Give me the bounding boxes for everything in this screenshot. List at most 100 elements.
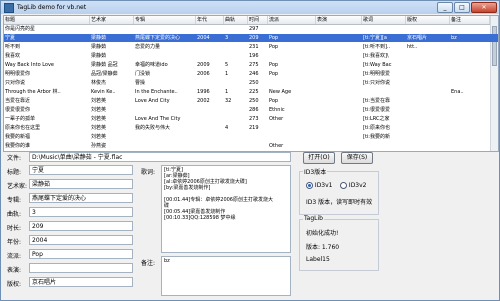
table-row[interactable]: 一辈子的孤单 刘若英 Love And The City 273 Other [ti:LR… <box>4 115 498 123</box>
table-row[interactable]: Way Back Into Love 梁静茹 品冠 幸福的味道ido 2009 5 275… <box>4 61 498 69</box>
table-cell <box>196 79 224 87</box>
table-cell <box>450 133 490 141</box>
tag-list-grid[interactable]: 标题 艺术家 专辑 年代 曲轨 时间 流派 表演 歌词 版权 备注 你是闪亮的星 297 宁夏 梁静茹 燕尾… <box>3 15 499 152</box>
table-cell <box>450 52 490 60</box>
table-cell <box>450 70 490 78</box>
table-cell <box>406 61 450 69</box>
table-cell: 我喜欢 <box>5 53 21 59</box>
column-header[interactable]: 艺术家 <box>90 16 134 24</box>
table-cell: 2004 <box>197 35 210 41</box>
table-row[interactable]: 明明很爱你 品冠/梁静茹 门没锁 2006 1 246 Pop [ti:明明很爱 <box>4 70 498 78</box>
table-row[interactable]: 很爱很爱你 刘若英 286 Ethnic [ti:很爱很爱 <box>4 106 498 114</box>
column-header[interactable]: 备注 <box>450 16 490 24</box>
radio-unselected-icon[interactable] <box>340 182 347 189</box>
close-button[interactable]: ✕ <box>471 2 497 13</box>
table-cell: 32 <box>225 98 232 104</box>
field-input[interactable]: 宁夏 <box>29 165 133 175</box>
field-input[interactable]: 燕尾蝶下定爱的决心 <box>29 193 133 203</box>
table-row[interactable]: 当爱在靠近 刘若英 Love And City 2002 32 250 Pop [ti:当爱在… <box>4 97 498 105</box>
table-cell <box>316 133 362 141</box>
lyrics-textarea[interactable]: [ti:宁夏] [ar:梁静茹] [al:卓依婷2006原创主打歌发烧大碟] [… <box>161 165 291 253</box>
table-cell: 你是闪亮的星 <box>5 26 36 32</box>
field-input[interactable]: 京石唱片 <box>29 277 133 287</box>
maximize-button[interactable]: □ <box>454 2 470 13</box>
table-cell <box>316 34 362 42</box>
table-cell <box>196 25 224 33</box>
table-cell: [ti:只对你说 <box>363 80 390 86</box>
column-header[interactable]: 时间 <box>248 16 268 24</box>
column-header[interactable]: 版权 <box>406 16 450 24</box>
table-cell <box>406 25 450 33</box>
table-cell <box>224 25 248 33</box>
column-header[interactable]: 表演 <box>316 16 362 24</box>
table-row[interactable]: 我要的新福 刘若英 [ti:我要的新 <box>4 133 498 141</box>
table-cell: [ti:Way Bac <box>363 62 392 68</box>
column-header[interactable]: 专辑 <box>134 16 196 24</box>
file-path-input[interactable]: D:\Music\单曲\梁静茹 - 宁夏.flac <box>29 152 291 162</box>
table-row-selected[interactable]: 宁夏 梁静茹 燕尾蝶下定爱的决心 2004 3 209 Pop [ti:宁夏][a 京石唱片 bz <box>4 34 498 42</box>
taglib-group-title: TagLib <box>303 215 324 222</box>
table-cell: [ti:我要的新 <box>363 134 390 140</box>
field-input[interactable] <box>29 263 133 273</box>
id3v2-radio[interactable]: ID3v2 <box>340 182 367 189</box>
table-row[interactable]: 我喜欢 梁静茹 196 [ti:我喜欢]\ <box>4 52 498 60</box>
table-cell: 286 <box>249 107 259 113</box>
field-label: 曲轨: <box>7 211 22 218</box>
table-cell: [ti:很爱很爱 <box>363 107 390 113</box>
table-row[interactable]: 听不到 梁静茹 恋爱的力量 231 Pop [ti:听不到].. htt.. <box>4 43 498 51</box>
table-cell: 我要你的谁 <box>5 143 31 149</box>
table-cell: In the Enchante.. <box>135 89 178 95</box>
table-cell <box>450 25 490 33</box>
table-cell <box>268 124 316 132</box>
table-cell <box>362 25 406 33</box>
field-label: 表演: <box>7 267 22 274</box>
table-cell: 梁静茹 <box>91 35 107 41</box>
comment-textarea[interactable]: bz <box>161 256 291 296</box>
grid-header-row: 标题 艺术家 专辑 年代 曲轨 时间 流派 表演 歌词 版权 备注 <box>4 16 498 25</box>
open-button[interactable]: 打开(O) <box>303 152 335 164</box>
table-row[interactable]: 你是闪亮的星 297 <box>4 25 498 33</box>
table-cell: 5 <box>225 62 229 68</box>
table-cell: 很爱很爱你 <box>5 107 31 113</box>
save-button[interactable]: 保存(S) <box>341 152 373 164</box>
column-header[interactable]: 歌词 <box>362 16 406 24</box>
field-input[interactable]: 209 <box>29 221 133 231</box>
field-input[interactable]: 3 <box>29 207 133 217</box>
table-cell <box>316 61 362 69</box>
table-cell: 297 <box>249 26 259 32</box>
table-row[interactable]: 只对你说 林俊杰 曹操 250 [ti:只对你说 <box>4 79 498 87</box>
column-header[interactable]: 曲轨 <box>224 16 248 24</box>
table-cell: Pop <box>269 98 279 104</box>
field-input[interactable]: 2004 <box>29 235 133 245</box>
table-cell: 219 <box>249 125 259 131</box>
radio-selected-icon[interactable] <box>306 182 313 189</box>
table-cell: 250 <box>249 80 259 86</box>
table-cell <box>406 97 450 105</box>
table-cell: Other <box>269 116 284 122</box>
table-cell <box>134 142 196 150</box>
table-cell <box>268 25 316 33</box>
column-header[interactable]: 标题 <box>4 16 90 24</box>
table-row[interactable]: 我要你的谁 孙燕姿 Other <box>4 142 498 150</box>
taglib-status: 初始化成功! <box>306 230 339 237</box>
table-cell <box>248 142 268 150</box>
table-cell <box>268 52 316 60</box>
table-cell <box>316 115 362 123</box>
id3v1-radio[interactable]: ID3v1 <box>306 182 333 189</box>
table-row[interactable]: 原来你也在这里 刘若英 我的失败与伟大 4 219 [ti:原来你也 <box>4 124 498 132</box>
field-label: 时长: <box>7 225 22 232</box>
taglib-version: 版本: 1.760 <box>306 244 340 251</box>
column-header[interactable]: 流派 <box>268 16 316 24</box>
field-input[interactable]: 梁静茹 <box>29 179 133 189</box>
table-cell: 只对你说 <box>5 80 26 86</box>
table-row[interactable]: Through the Arbor 林.. Kevin Ke.. In the En… <box>4 88 498 96</box>
field-input[interactable]: Pop <box>29 249 133 259</box>
table-cell: 门没锁 <box>135 71 151 77</box>
table-cell: 246 <box>249 71 259 77</box>
minimize-button[interactable]: _ <box>437 2 453 13</box>
column-header[interactable]: 年代 <box>196 16 224 24</box>
table-cell: 梁静茹 <box>91 53 107 59</box>
table-cell: Pop <box>269 44 279 50</box>
table-cell <box>450 61 490 69</box>
table-cell <box>316 106 362 114</box>
